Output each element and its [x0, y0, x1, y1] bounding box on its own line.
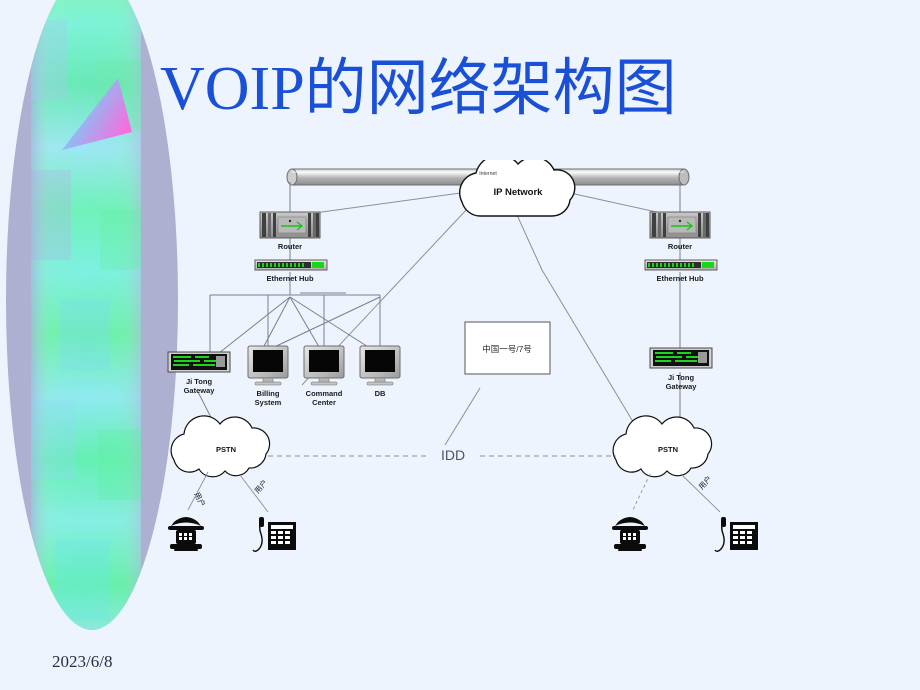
left-gateway-label-2: Gateway — [184, 386, 216, 395]
signaling-box-label: 中国一号/7号 — [482, 344, 532, 354]
host-label-1-line2: Center — [312, 398, 336, 407]
ip-network-label: IP Network — [494, 187, 544, 198]
network-diagram: IP Network Internet Router Ethernet Hub … — [150, 160, 920, 560]
right-desk-phone-icon — [612, 517, 648, 551]
internet-label: Internet — [479, 171, 497, 177]
right-pstn-cloud: PSTN — [612, 415, 713, 478]
left-ethernet-hub-icon — [254, 259, 328, 271]
left-pstn-label: PSTN — [216, 445, 236, 454]
right-pstn-label: PSTN — [658, 445, 678, 454]
host-label-1-line1: Command — [306, 389, 343, 398]
host-label-0-line2: System — [255, 398, 282, 407]
right-gateway-label-2: Gateway — [666, 382, 698, 391]
right-router-label: Router — [668, 242, 692, 251]
right-gateway-label-1: Ji Tong — [668, 373, 695, 382]
right-business-phone-icon — [714, 517, 758, 552]
left-router-label: Router — [278, 242, 302, 251]
ip-network-cloud: IP Network — [458, 160, 576, 217]
right-hub-label: Ethernet Hub — [656, 274, 704, 283]
db-monitor-icon — [359, 345, 401, 386]
left-gateway-label-1: Ji Tong — [186, 377, 213, 386]
slide-canvas: VOIP的网络架构图 2023/6/8 IP Network Internet … — [0, 0, 920, 690]
right-gateway-icon — [649, 347, 713, 369]
left-hub-label: Ethernet Hub — [266, 274, 314, 283]
left-gateway-icon — [167, 351, 231, 373]
left-pstn-cloud: PSTN — [170, 415, 271, 478]
signaling-protocol-box: 中国一号/7号 — [464, 321, 551, 375]
page-title: VOIP的网络架构图 — [160, 55, 677, 123]
left-desk-phone-icon — [168, 517, 204, 551]
host-label-0-line1: Billing — [257, 389, 280, 398]
billing-system-monitor-icon — [247, 345, 289, 386]
command-center-monitor-icon — [303, 345, 345, 386]
left-router-icon — [259, 211, 321, 239]
right-subscriber-label-0: 用户 — [696, 473, 713, 491]
slide-date: 2023/6/8 — [52, 652, 113, 671]
left-business-phone-icon — [252, 517, 296, 552]
left-subscriber-label-0: 用户 — [192, 490, 208, 508]
host-label-2-line1: DB — [375, 389, 386, 398]
right-ethernet-hub-icon — [644, 259, 718, 271]
idd-label: IDD — [441, 447, 465, 463]
left-subscriber-label-1: 用户 — [252, 477, 269, 495]
right-router-icon — [649, 211, 711, 239]
